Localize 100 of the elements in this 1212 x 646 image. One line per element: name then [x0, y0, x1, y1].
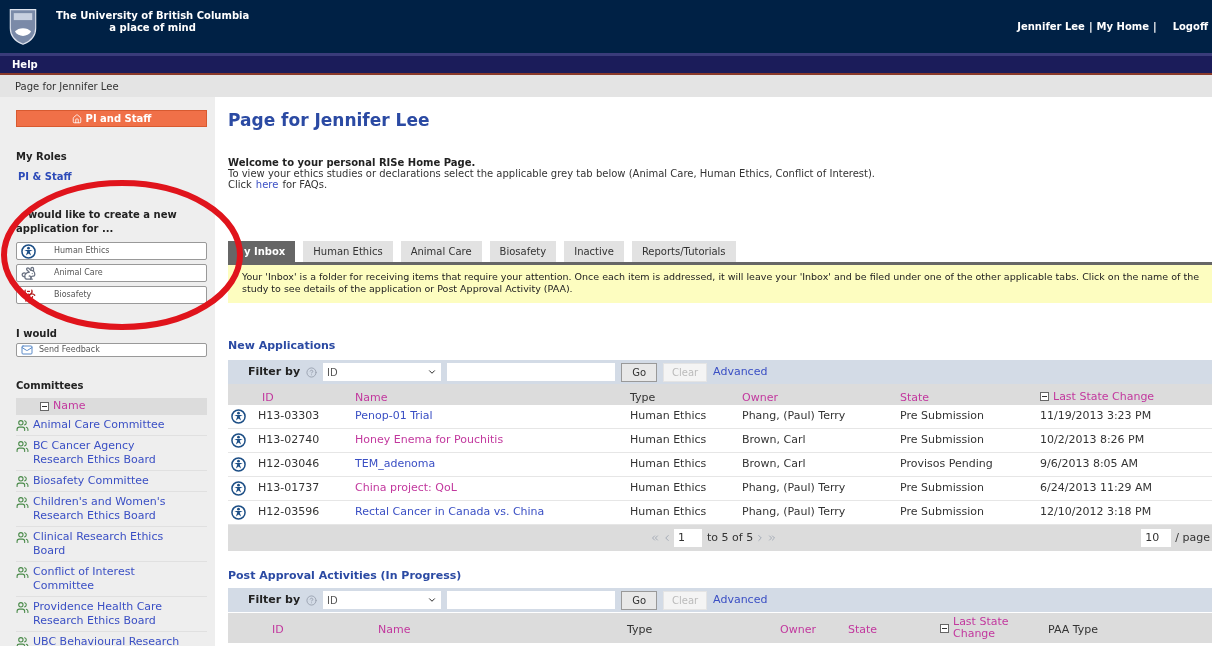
study-link[interactable]: Rectal Cancer in Canada vs. China: [355, 504, 630, 521]
university-name: The University of British Columbia: [56, 9, 250, 22]
table-cell-text: Human Ethics: [630, 504, 708, 521]
filter-text-field[interactable]: [447, 591, 616, 609]
per-page-label: / page: [1175, 529, 1210, 546]
page-title: Page for Jennifer Lee: [228, 109, 431, 131]
study-link[interactable]: TEM_adenoma: [355, 456, 630, 473]
page-range: to 5 of 5: [707, 529, 754, 546]
page-field[interactable]: 1: [674, 529, 702, 547]
section-heading: I would: [16, 327, 58, 341]
header-link[interactable]: My Home: [1096, 19, 1149, 34]
committee-link[interactable]: Clinical Research Ethics Board: [33, 529, 164, 558]
help-icon[interactable]: [306, 366, 318, 378]
link-separator: |: [1088, 20, 1093, 34]
column-header[interactable]: ID: [262, 392, 274, 404]
committee-link[interactable]: Providence Health Care Research Ethics Board: [33, 599, 163, 628]
sort-toggle-icon[interactable]: [940, 623, 949, 633]
tab[interactable]: Reports/Tutorials: [631, 241, 736, 262]
study-link[interactable]: Honey Enema for Pouchitis: [355, 432, 630, 449]
column-header[interactable]: State: [848, 624, 878, 636]
section-heading: My Roles: [16, 150, 68, 164]
tab[interactable]: y Inbox: [228, 241, 296, 262]
column-header: PAA Type: [1048, 624, 1099, 636]
human-ethics-icon: [231, 433, 246, 448]
table-cell-text: Pre Submission: [900, 504, 985, 521]
section-heading: would like to create a new application for ...: [16, 208, 178, 236]
table-cell-text: 12/10/2012 3:18 PM: [1040, 504, 1153, 521]
column-header[interactable]: Owner: [742, 392, 778, 404]
envelope-icon: [21, 344, 33, 356]
header-link[interactable]: Logoff: [1172, 19, 1208, 34]
filter-button[interactable]: Go: [621, 362, 658, 382]
filter-button[interactable]: Go: [621, 590, 658, 610]
create-application-button[interactable]: Human Ethics: [16, 242, 207, 260]
dropdown-caret-icon[interactable]: [427, 595, 438, 605]
house-icon: [71, 113, 82, 124]
committee-link[interactable]: Animal Care Committee: [33, 417, 165, 432]
filter-label: Filter by: [248, 591, 301, 608]
committee-link[interactable]: Conflict of Interest Committee: [33, 564, 135, 593]
help-icon[interactable]: [306, 594, 318, 606]
dropdown-caret-icon[interactable]: [427, 367, 438, 377]
tab[interactable]: Inactive: [564, 241, 624, 262]
column-header[interactable]: Name: [355, 392, 388, 404]
help-menu[interactable]: Help: [12, 59, 38, 70]
column-header[interactable]: State: [900, 392, 930, 404]
send-feedback-button[interactable]: Send Feedback: [16, 343, 207, 357]
human-ethics-icon: [231, 481, 246, 496]
study-link[interactable]: Penop-01 Trial: [355, 408, 630, 425]
committee-column-header[interactable]: Name: [16, 398, 207, 415]
create-application-button[interactable]: Animal Care: [16, 264, 207, 282]
faq-link[interactable]: here: [255, 179, 279, 190]
faq-text: for FAQs.: [282, 179, 328, 190]
last-page-icon[interactable]: [767, 533, 778, 543]
people-icon: [16, 600, 29, 614]
tab[interactable]: Human Ethics: [303, 241, 393, 262]
people-icon: [16, 495, 29, 509]
column-header[interactable]: ID: [272, 624, 284, 636]
people-icon: [16, 418, 29, 432]
table-cell-text: 11/19/2013 3:23 PM: [1040, 408, 1153, 425]
committee-link[interactable]: Biosafety Committee: [33, 473, 149, 488]
column-header[interactable]: Owner: [780, 624, 816, 636]
column-header[interactable]: Last State Change: [940, 616, 1048, 641]
table-cell-text: H13-03303: [258, 408, 321, 425]
per-page-field[interactable]: 10: [1141, 529, 1172, 547]
people-icon: [16, 635, 29, 646]
header-link[interactable]: Jennifer Lee: [1017, 19, 1085, 34]
sort-toggle-icon[interactable]: [1040, 392, 1049, 401]
role-link[interactable]: PI & Staff: [16, 170, 207, 184]
notice-text: Your 'Inbox' is a folder for receiving items that require your attention. Once each item is addressed, it will leave your 'Inbox' and be filed under one of the other applicable tabs. Click on the name of the study to see details of the application or Post Approval Activity (PAA).: [242, 271, 1200, 295]
filter-text-field[interactable]: [447, 363, 616, 381]
previous-page-icon[interactable]: [662, 533, 672, 543]
table-cell-text: Phang, (Paul) Terry: [742, 480, 847, 497]
column-header: Type: [630, 392, 656, 404]
advanced-link[interactable]: Advanced: [713, 363, 768, 381]
column-header[interactable]: Last State Change: [1040, 390, 1155, 403]
intro-text: To view your ethics studies or declarations select the applicable grey tab below (Animal Care, Human Ethics, Conflict of Interest).: [228, 168, 877, 179]
tab[interactable]: Animal Care: [400, 241, 482, 262]
table-cell-text: 10/2/2013 8:26 PM: [1040, 432, 1146, 449]
table-cell-text: Human Ethics: [630, 480, 708, 497]
human-ethics-icon: [231, 457, 246, 472]
column-header[interactable]: Name: [378, 624, 411, 636]
first-page-icon[interactable]: [650, 533, 660, 543]
tagline: a place of mind: [109, 21, 196, 34]
human-figure-icon: [21, 243, 36, 259]
filter-field-select[interactable]: ID: [323, 591, 442, 609]
filter-field-select[interactable]: ID: [323, 363, 442, 381]
table-cell-text: Phang, (Paul) Terry: [742, 504, 847, 521]
biohazard-icon: [21, 287, 36, 303]
tab[interactable]: Biosafety: [489, 241, 557, 262]
committee-link[interactable]: Children's and Women's Research Ethics Board: [33, 494, 166, 523]
section-heading: Committees: [16, 379, 85, 393]
create-application-button[interactable]: Biosafety: [16, 286, 207, 304]
committee-link[interactable]: UBC Behavioural Research: [33, 634, 180, 646]
table-cell-text: Human Ethics: [630, 408, 708, 425]
committee-link[interactable]: BC Cancer Agency Research Ethics Board: [33, 438, 156, 467]
advanced-link[interactable]: Advanced: [713, 591, 768, 609]
section-title: New Applications: [228, 339, 337, 353]
study-link[interactable]: China project: QoL: [355, 480, 630, 497]
sort-toggle-icon[interactable]: [40, 401, 49, 411]
people-icon: [16, 439, 29, 453]
table-cell-text: H13-01737: [258, 480, 321, 497]
